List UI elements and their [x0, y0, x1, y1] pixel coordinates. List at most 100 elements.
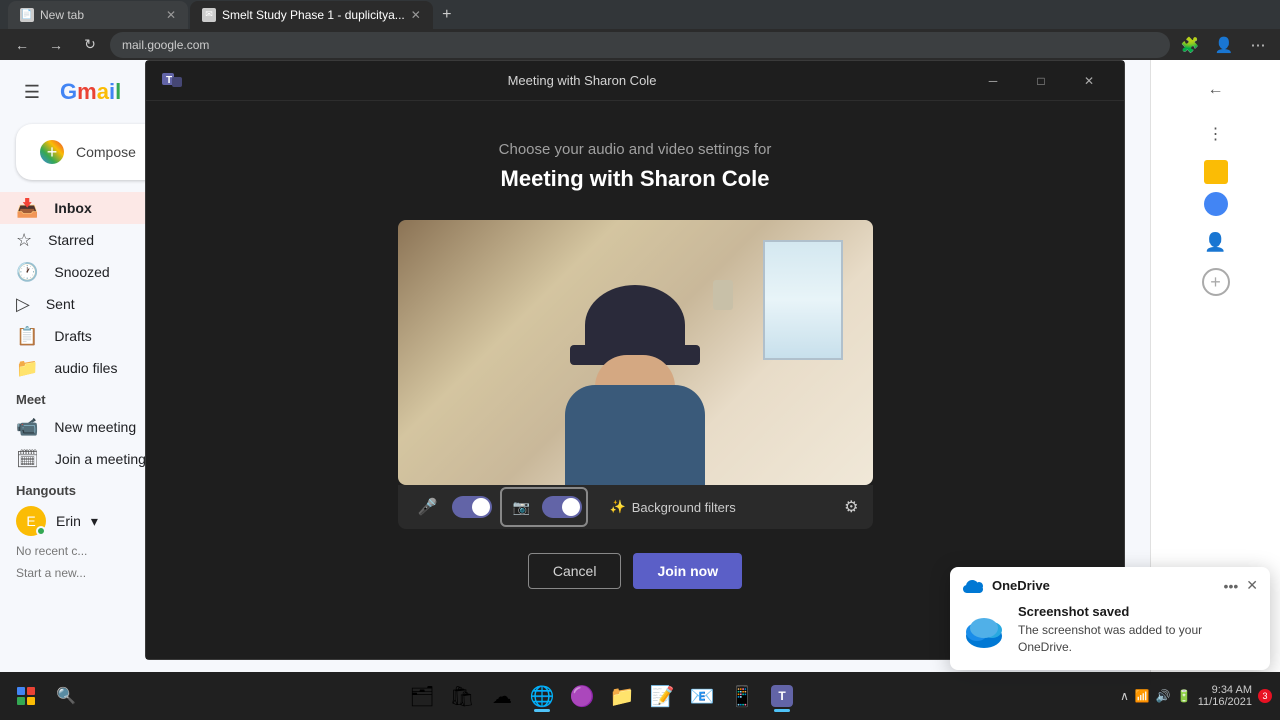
file-explorer-icon: 🗂	[409, 684, 434, 709]
notification-header: OneDrive ••• ✕	[950, 567, 1270, 600]
menu-button[interactable]: ⋯	[1244, 31, 1272, 59]
notification-title-text: Screenshot saved	[1018, 604, 1258, 619]
back-button[interactable]: ←	[8, 31, 36, 59]
onedrive-large-icon	[962, 608, 1006, 652]
sparkle-icon: ✨	[610, 499, 626, 515]
address-bar[interactable]: mail.google.com	[110, 32, 1170, 58]
nav-bar: ← → ↻ mail.google.com 🧩 👤 ⋯	[0, 29, 1280, 60]
tab-new[interactable]: 📄 New tab ✕	[8, 1, 188, 29]
hangout-status-indicator	[36, 526, 46, 536]
camera-toggle-knob	[562, 498, 580, 516]
taskbar-app-purple[interactable]: 🟣	[564, 678, 600, 714]
clock-time: 9:34 AM	[1198, 684, 1252, 696]
sidebar-more-button[interactable]: ⋮	[1198, 116, 1234, 152]
hangout-dropdown-icon: ▾	[91, 513, 98, 530]
taskbar-app-folders[interactable]: 📁	[604, 678, 640, 714]
person-silhouette	[525, 265, 745, 485]
tab-label-2: Smelt Study Phase 1 - duplicitya...	[222, 8, 405, 22]
tab-gmail[interactable]: ✉ Smelt Study Phase 1 - duplicitya... ✕	[190, 1, 433, 29]
window-element	[763, 240, 843, 360]
background-filters-button[interactable]: ✨ Background filters	[600, 495, 746, 519]
mic-toggle-knob	[472, 498, 490, 516]
taskbar-app-phone[interactable]: 📱	[724, 678, 760, 714]
maximize-button[interactable]: □	[1018, 65, 1064, 97]
volume-icon[interactable]: 🔊	[1156, 689, 1171, 703]
new-tab-button[interactable]: +	[435, 3, 459, 27]
taskbar-app-edge[interactable]: 🌐	[524, 678, 560, 714]
audio-label: audio files	[54, 360, 117, 376]
teams-window-buttons: ─ □ ✕	[970, 65, 1112, 97]
starred-icon: ☆	[16, 230, 32, 251]
cancel-button[interactable]: Cancel	[528, 553, 622, 589]
hat-shape	[585, 285, 685, 365]
hangout-avatar: E	[16, 506, 46, 536]
network-icon[interactable]: 📶	[1135, 689, 1150, 703]
tab-close-1[interactable]: ✕	[166, 8, 176, 22]
notification-text: Screenshot saved The screenshot was adde…	[1018, 604, 1258, 656]
taskbar-app-onedrive[interactable]: ☁	[484, 678, 520, 714]
tab-label-1: New tab	[40, 8, 84, 22]
gmail-logo: Gmail	[60, 79, 121, 105]
system-clock[interactable]: 9:34 AM 11/16/2021	[1198, 684, 1252, 708]
taskbar-app-teams[interactable]: T	[764, 678, 800, 714]
battery-icon[interactable]: 🔋	[1177, 689, 1192, 703]
microphone-button[interactable]: 🎤	[412, 491, 444, 523]
tab-close-2[interactable]: ✕	[411, 8, 421, 22]
sent-icon: ▷	[16, 294, 30, 315]
audio-icon: 📁	[16, 358, 38, 379]
notification-more-button[interactable]: •••	[1224, 578, 1239, 594]
start-button[interactable]	[8, 678, 44, 714]
onedrive-taskbar-icon: ☁	[492, 684, 512, 709]
notification-badge[interactable]: 3	[1258, 689, 1272, 703]
camera-button[interactable]: 📷	[506, 491, 538, 523]
mic-toggle[interactable]	[452, 496, 492, 518]
close-button[interactable]: ✕	[1066, 65, 1112, 97]
teams-titlebar: T Meeting with Sharon Cole ─ □ ✕	[146, 61, 1124, 101]
taskbar-app-explorer[interactable]: 🗂	[404, 678, 440, 714]
gmail-menu-button[interactable]: ☰	[16, 76, 48, 108]
tab-favicon-2: ✉	[202, 8, 216, 22]
browser-actions: 🧩 👤 ⋯	[1176, 31, 1272, 59]
controls-bar: 🎤 📷 ✨ Background filters ⚙	[398, 485, 873, 529]
hangout-name: Erin	[56, 513, 81, 529]
minimize-button[interactable]: ─	[970, 65, 1016, 97]
meeting-name-heading: Meeting with Sharon Cole	[501, 166, 770, 192]
tab-favicon-1: 📄	[20, 8, 34, 22]
taskbar-app-notepad[interactable]: 📝	[644, 678, 680, 714]
teams-logo: T	[158, 67, 186, 95]
camera-toggle[interactable]	[542, 496, 582, 518]
folders-icon: 📁	[610, 684, 635, 709]
svg-text:T: T	[166, 75, 172, 86]
mail-icon: 📧	[690, 684, 715, 709]
sidebar-back-button[interactable]: ←	[1198, 72, 1234, 108]
notepad-icon: 📝	[650, 684, 675, 709]
join-meeting-label: Join a meeting	[55, 451, 146, 467]
inbox-icon: 📥	[16, 198, 38, 219]
sidebar-user-icon[interactable]: 👤	[1198, 224, 1234, 260]
profile-button[interactable]: 👤	[1210, 31, 1238, 59]
taskbar-app-store[interactable]: 🛍	[444, 678, 480, 714]
windows-logo-icon	[17, 687, 35, 705]
video-preview-container	[398, 220, 873, 485]
extensions-button[interactable]: 🧩	[1176, 31, 1204, 59]
show-hidden-button[interactable]: ∧	[1120, 689, 1129, 703]
video-preview	[398, 220, 873, 485]
drafts-label: Drafts	[54, 328, 91, 344]
refresh-button[interactable]: ↻	[76, 31, 104, 59]
teams-taskbar-icon: T	[771, 685, 793, 707]
onedrive-cloud-icon	[962, 578, 984, 594]
system-tray: ∧ 📶 🔊 🔋 9:34 AM 11/16/2021 3	[1120, 684, 1272, 708]
notification-close-button[interactable]: ✕	[1246, 577, 1258, 594]
notification-app-name: OneDrive	[992, 578, 1216, 593]
camera-group: 📷	[500, 487, 588, 527]
taskbar-app-mail[interactable]: 📧	[684, 678, 720, 714]
sent-label: Sent	[46, 296, 75, 312]
sidebar-keep-icon[interactable]	[1204, 160, 1228, 184]
sidebar-contacts-icon[interactable]	[1204, 192, 1228, 216]
compose-plus-icon: +	[40, 140, 64, 164]
taskbar-search-button[interactable]: 🔍	[48, 678, 84, 714]
join-now-button[interactable]: Join now	[633, 553, 742, 589]
sidebar-add-button[interactable]: +	[1202, 268, 1230, 296]
settings-button[interactable]: ⚙	[844, 497, 858, 517]
forward-button[interactable]: →	[42, 31, 70, 59]
